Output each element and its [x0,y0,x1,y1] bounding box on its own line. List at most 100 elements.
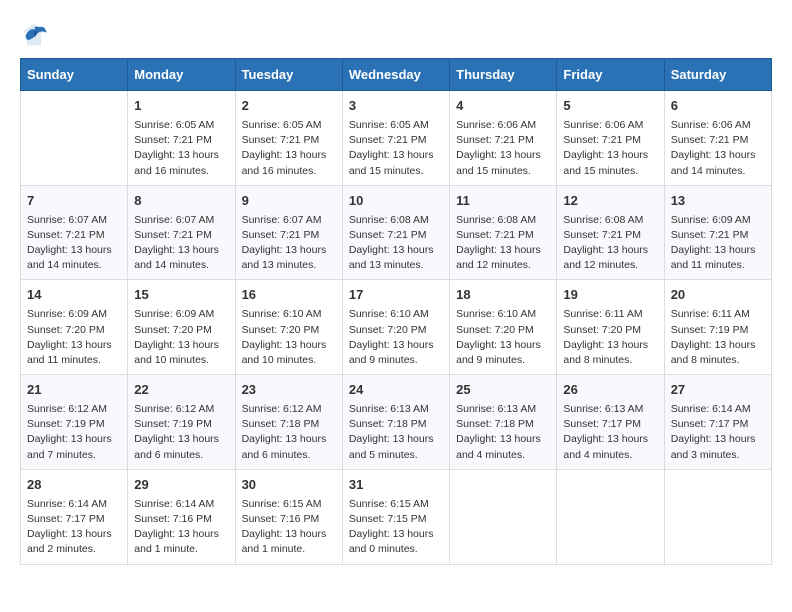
page-header [20,20,772,48]
calendar-cell: 9 Sunrise: 6:07 AM Sunset: 7:21 PM Daylig… [235,185,342,280]
calendar-header-row: SundayMondayTuesdayWednesdayThursdayFrid… [21,59,772,91]
calendar-cell: 6 Sunrise: 6:06 AM Sunset: 7:21 PM Daylig… [664,91,771,186]
calendar-cell: 15 Sunrise: 6:09 AM Sunset: 7:20 PM Dayli… [128,280,235,375]
day-number: 24 [349,381,443,400]
calendar-cell: 11Sunrise: 6:08 AM Sunset: 7:21 PM Dayli… [450,185,557,280]
day-info: Sunrise: 6:06 AM Sunset: 7:21 PM Dayligh… [563,118,657,179]
day-number: 6 [671,97,765,116]
day-info: Sunrise: 6:13 AM Sunset: 7:18 PM Dayligh… [349,402,443,463]
calendar-cell: 28 Sunrise: 6:14 AM Sunset: 7:17 PM Dayli… [21,469,128,564]
calendar-cell: 7 Sunrise: 6:07 AM Sunset: 7:21 PM Daylig… [21,185,128,280]
day-number: 10 [349,192,443,211]
day-info: Sunrise: 6:09 AM Sunset: 7:21 PM Dayligh… [671,213,765,274]
day-info: Sunrise: 6:07 AM Sunset: 7:21 PM Dayligh… [242,213,336,274]
calendar-cell: 10Sunrise: 6:08 AM Sunset: 7:21 PM Dayli… [342,185,449,280]
day-info: Sunrise: 6:06 AM Sunset: 7:21 PM Dayligh… [456,118,550,179]
day-number: 22 [134,381,228,400]
calendar-cell: 31Sunrise: 6:15 AM Sunset: 7:15 PM Dayli… [342,469,449,564]
day-info: Sunrise: 6:10 AM Sunset: 7:20 PM Dayligh… [242,307,336,368]
day-info: Sunrise: 6:10 AM Sunset: 7:20 PM Dayligh… [456,307,550,368]
day-number: 8 [134,192,228,211]
header-wednesday: Wednesday [342,59,449,91]
day-info: Sunrise: 6:14 AM Sunset: 7:17 PM Dayligh… [671,402,765,463]
calendar-cell: 23 Sunrise: 6:12 AM Sunset: 7:18 PM Dayli… [235,375,342,470]
day-info: Sunrise: 6:14 AM Sunset: 7:16 PM Dayligh… [134,497,228,558]
day-number: 1 [134,97,228,116]
day-info: Sunrise: 6:06 AM Sunset: 7:21 PM Dayligh… [671,118,765,179]
calendar-cell: 21 Sunrise: 6:12 AM Sunset: 7:19 PM Dayli… [21,375,128,470]
calendar-cell [450,469,557,564]
calendar-cell: 12 Sunrise: 6:08 AM Sunset: 7:21 PM Dayli… [557,185,664,280]
day-number: 19 [563,286,657,305]
day-info: Sunrise: 6:11 AM Sunset: 7:19 PM Dayligh… [671,307,765,368]
calendar-week-row: 21 Sunrise: 6:12 AM Sunset: 7:19 PM Dayli… [21,375,772,470]
day-number: 9 [242,192,336,211]
day-number: 29 [134,476,228,495]
day-info: Sunrise: 6:08 AM Sunset: 7:21 PM Dayligh… [563,213,657,274]
calendar-cell: 5 Sunrise: 6:06 AM Sunset: 7:21 PM Daylig… [557,91,664,186]
day-info: Sunrise: 6:14 AM Sunset: 7:17 PM Dayligh… [27,497,121,558]
calendar-cell: 18Sunrise: 6:10 AM Sunset: 7:20 PM Dayli… [450,280,557,375]
calendar-cell [21,91,128,186]
calendar-cell: 2 Sunrise: 6:05 AM Sunset: 7:21 PM Daylig… [235,91,342,186]
header-friday: Friday [557,59,664,91]
calendar-cell: 16 Sunrise: 6:10 AM Sunset: 7:20 PM Dayli… [235,280,342,375]
logo [20,20,52,48]
calendar-cell: 25 Sunrise: 6:13 AM Sunset: 7:18 PM Dayli… [450,375,557,470]
day-number: 2 [242,97,336,116]
day-info: Sunrise: 6:05 AM Sunset: 7:21 PM Dayligh… [242,118,336,179]
day-info: Sunrise: 6:07 AM Sunset: 7:21 PM Dayligh… [134,213,228,274]
header-thursday: Thursday [450,59,557,91]
day-number: 16 [242,286,336,305]
day-info: Sunrise: 6:05 AM Sunset: 7:21 PM Dayligh… [349,118,443,179]
day-info: Sunrise: 6:11 AM Sunset: 7:20 PM Dayligh… [563,307,657,368]
day-number: 5 [563,97,657,116]
calendar-cell: 17Sunrise: 6:10 AM Sunset: 7:20 PM Dayli… [342,280,449,375]
day-number: 20 [671,286,765,305]
calendar-cell: 27 Sunrise: 6:14 AM Sunset: 7:17 PM Dayli… [664,375,771,470]
day-info: Sunrise: 6:05 AM Sunset: 7:21 PM Dayligh… [134,118,228,179]
day-number: 28 [27,476,121,495]
day-number: 15 [134,286,228,305]
logo-icon [20,20,48,48]
day-info: Sunrise: 6:13 AM Sunset: 7:17 PM Dayligh… [563,402,657,463]
day-number: 14 [27,286,121,305]
day-number: 26 [563,381,657,400]
calendar-cell: 3Sunrise: 6:05 AM Sunset: 7:21 PM Daylig… [342,91,449,186]
calendar-cell: 30 Sunrise: 6:15 AM Sunset: 7:16 PM Dayli… [235,469,342,564]
calendar-week-row: 1 Sunrise: 6:05 AM Sunset: 7:21 PM Daylig… [21,91,772,186]
calendar-cell: 1 Sunrise: 6:05 AM Sunset: 7:21 PM Daylig… [128,91,235,186]
day-info: Sunrise: 6:12 AM Sunset: 7:18 PM Dayligh… [242,402,336,463]
day-info: Sunrise: 6:15 AM Sunset: 7:16 PM Dayligh… [242,497,336,558]
calendar-cell: 8 Sunrise: 6:07 AM Sunset: 7:21 PM Daylig… [128,185,235,280]
day-info: Sunrise: 6:07 AM Sunset: 7:21 PM Dayligh… [27,213,121,274]
day-number: 7 [27,192,121,211]
calendar-cell: 22 Sunrise: 6:12 AM Sunset: 7:19 PM Dayli… [128,375,235,470]
header-sunday: Sunday [21,59,128,91]
day-number: 27 [671,381,765,400]
day-number: 25 [456,381,550,400]
calendar-cell [557,469,664,564]
day-number: 21 [27,381,121,400]
calendar-cell: 19 Sunrise: 6:11 AM Sunset: 7:20 PM Dayli… [557,280,664,375]
day-info: Sunrise: 6:13 AM Sunset: 7:18 PM Dayligh… [456,402,550,463]
calendar-cell: 29 Sunrise: 6:14 AM Sunset: 7:16 PM Dayli… [128,469,235,564]
day-number: 11 [456,192,550,211]
calendar-cell: 14Sunrise: 6:09 AM Sunset: 7:20 PM Dayli… [21,280,128,375]
calendar-cell: 13 Sunrise: 6:09 AM Sunset: 7:21 PM Dayli… [664,185,771,280]
day-info: Sunrise: 6:12 AM Sunset: 7:19 PM Dayligh… [27,402,121,463]
day-number: 30 [242,476,336,495]
day-number: 23 [242,381,336,400]
day-number: 13 [671,192,765,211]
day-info: Sunrise: 6:12 AM Sunset: 7:19 PM Dayligh… [134,402,228,463]
header-saturday: Saturday [664,59,771,91]
calendar-week-row: 28 Sunrise: 6:14 AM Sunset: 7:17 PM Dayli… [21,469,772,564]
calendar-week-row: 14 Sunrise: 6:09 AM Sunset: 7:20 PM Dayli… [21,280,772,375]
header-tuesday: Tuesday [235,59,342,91]
day-number: 31 [349,476,443,495]
day-number: 12 [563,192,657,211]
day-info: Sunrise: 6:10 AM Sunset: 7:20 PM Dayligh… [349,307,443,368]
calendar-table: SundayMondayTuesdayWednesdayThursdayFrid… [20,58,772,565]
calendar-cell: 20 Sunrise: 6:11 AM Sunset: 7:19 PM Dayli… [664,280,771,375]
day-info: Sunrise: 6:09 AM Sunset: 7:20 PM Dayligh… [134,307,228,368]
